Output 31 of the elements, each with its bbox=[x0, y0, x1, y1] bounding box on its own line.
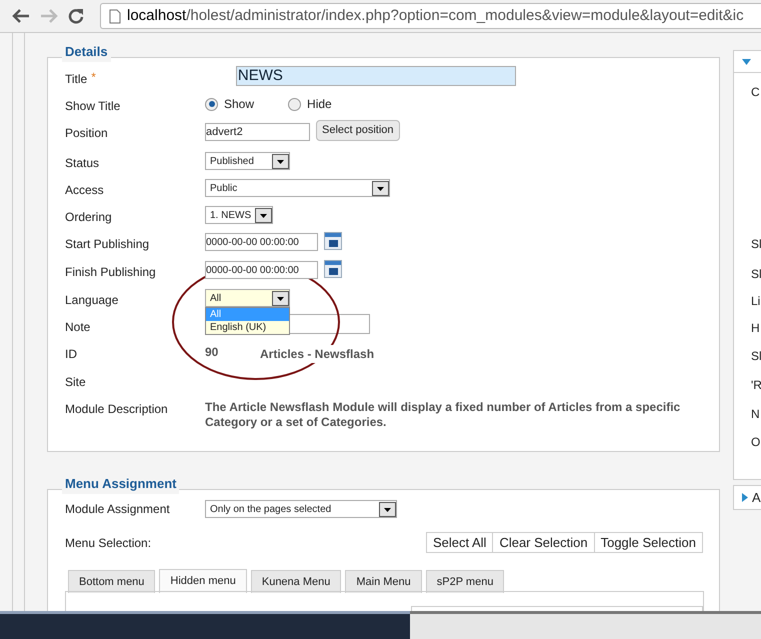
side-panel-label: Sl bbox=[751, 348, 761, 365]
field-label: Access bbox=[65, 182, 105, 199]
side-panel-label: H bbox=[751, 320, 760, 337]
side-panel-label: 'R bbox=[751, 377, 761, 394]
field-label: Menu Selection: bbox=[65, 535, 152, 552]
field-label: Ordering bbox=[65, 209, 113, 226]
field-label: Language bbox=[65, 292, 120, 309]
side-panel-label: C bbox=[751, 84, 760, 101]
field-label: Module Description bbox=[65, 401, 169, 418]
side-panel-label: Sl bbox=[751, 266, 761, 283]
field-label: Finish Publishing bbox=[65, 264, 157, 281]
field-value: The Article Newsflash Module will display a fixed number of Articles from a specific Category or a set of Categories. bbox=[205, 399, 682, 430]
radio-label: Hide bbox=[307, 96, 332, 113]
side-panel-label: N bbox=[751, 406, 760, 423]
field-label: Position bbox=[65, 125, 109, 142]
field-label: Start Publishing bbox=[65, 236, 150, 253]
required-mark: * bbox=[91, 69, 96, 86]
side-panel-label: O bbox=[751, 434, 760, 451]
field-label: Site bbox=[65, 374, 87, 391]
field-label: Show Title bbox=[65, 98, 122, 115]
field-value: 90 bbox=[205, 344, 220, 360]
side-panel-label: Sl bbox=[751, 236, 761, 253]
side-panel-label: Li bbox=[751, 293, 760, 310]
field-label: Module Assignment bbox=[65, 501, 171, 518]
field-label: Title bbox=[65, 71, 88, 88]
field-label: Note bbox=[65, 319, 92, 336]
radio-label: Show bbox=[224, 96, 254, 113]
field-label: Status bbox=[65, 155, 100, 172]
module-type: Articles - Newsflash bbox=[260, 345, 374, 363]
field-label: ID bbox=[65, 346, 78, 363]
url-text: localhost/holest/administrator/index.php?option=com_modules&view=module&layout=edit&ic bbox=[127, 6, 744, 24]
